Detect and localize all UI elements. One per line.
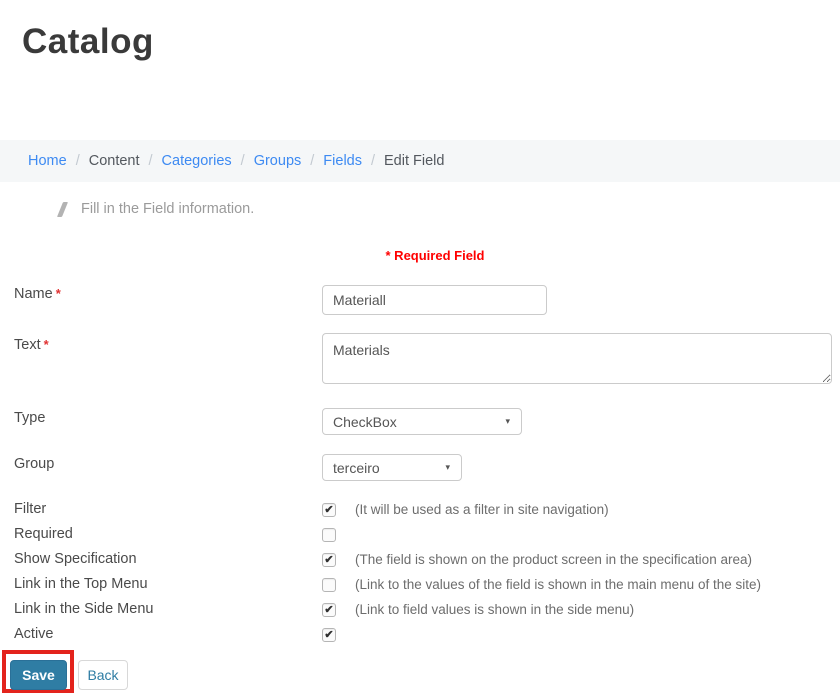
breadcrumb-groups[interactable]: Groups xyxy=(254,153,302,169)
show-specification-hint: (The field is shown on the product scree… xyxy=(355,552,752,567)
breadcrumb: Home / Content / Categories / Groups / F… xyxy=(0,140,840,182)
group-label: Group xyxy=(14,456,54,472)
filter-checkbox[interactable]: ✔ xyxy=(322,503,336,517)
required-row: Required xyxy=(0,526,840,546)
link-top-menu-row: Link in the Top Menu (Link to the values… xyxy=(0,576,840,596)
show-specification-label: Show Specification xyxy=(14,551,137,567)
required-asterisk: * xyxy=(56,286,61,301)
chevron-down-icon: ▾ xyxy=(445,462,450,473)
type-select-value: CheckBox xyxy=(333,414,397,430)
link-side-menu-hint: (Link to field values is shown in the si… xyxy=(355,602,634,617)
active-label: Active xyxy=(14,626,54,642)
breadcrumb-separator: / xyxy=(362,153,384,169)
info-note: Fill in the Field information. xyxy=(60,201,254,217)
name-input[interactable] xyxy=(322,285,547,315)
breadcrumb-separator: / xyxy=(301,153,323,169)
breadcrumb-separator: / xyxy=(67,153,89,169)
chevron-down-icon: ▾ xyxy=(505,416,510,427)
save-button[interactable]: Save xyxy=(10,660,67,690)
link-top-menu-hint: (Link to the values of the field is show… xyxy=(355,577,761,592)
link-side-menu-checkbox[interactable]: ✔ xyxy=(322,603,336,617)
link-side-menu-label: Link in the Side Menu xyxy=(14,601,153,617)
breadcrumb-fields[interactable]: Fields xyxy=(323,153,362,169)
link-top-menu-label: Link in the Top Menu xyxy=(14,576,148,592)
required-label: Required xyxy=(14,526,73,542)
type-label: Type xyxy=(14,410,45,426)
back-button[interactable]: Back xyxy=(78,660,128,690)
name-label: Name* xyxy=(14,286,61,302)
required-asterisk: * xyxy=(44,337,49,352)
active-checkbox[interactable]: ✔ xyxy=(322,628,336,642)
active-row: Active ✔ xyxy=(0,626,840,646)
required-field-note: * Required Field xyxy=(0,248,840,263)
group-select[interactable]: terceiro ▾ xyxy=(322,454,462,481)
link-side-menu-row: Link in the Side Menu ✔ (Link to field v… xyxy=(0,601,840,621)
breadcrumb-separator: / xyxy=(232,153,254,169)
filter-hint: (It will be used as a filter in site nav… xyxy=(355,502,609,517)
filter-label: Filter xyxy=(14,501,46,517)
breadcrumb-home[interactable]: Home xyxy=(28,153,67,169)
text-label: Text* xyxy=(14,337,49,353)
info-slash-icon xyxy=(57,202,68,217)
info-note-text: Fill in the Field information. xyxy=(81,201,254,217)
required-checkbox[interactable] xyxy=(322,528,336,542)
breadcrumb-content: Content xyxy=(89,153,140,169)
breadcrumb-edit-field: Edit Field xyxy=(384,153,444,169)
group-select-value: terceiro xyxy=(333,460,380,476)
link-top-menu-checkbox[interactable] xyxy=(322,578,336,592)
breadcrumb-categories[interactable]: Categories xyxy=(162,153,232,169)
page-title: Catalog xyxy=(22,22,154,62)
show-specification-row: Show Specification ✔ (The field is shown… xyxy=(0,551,840,571)
text-textarea[interactable]: Materials xyxy=(322,333,832,384)
type-select[interactable]: CheckBox ▾ xyxy=(322,408,522,435)
filter-row: Filter ✔ (It will be used as a filter in… xyxy=(0,501,840,521)
show-specification-checkbox[interactable]: ✔ xyxy=(322,553,336,567)
edit-field-page: Catalog Home / Content / Categories / Gr… xyxy=(0,0,840,695)
breadcrumb-separator: / xyxy=(140,153,162,169)
